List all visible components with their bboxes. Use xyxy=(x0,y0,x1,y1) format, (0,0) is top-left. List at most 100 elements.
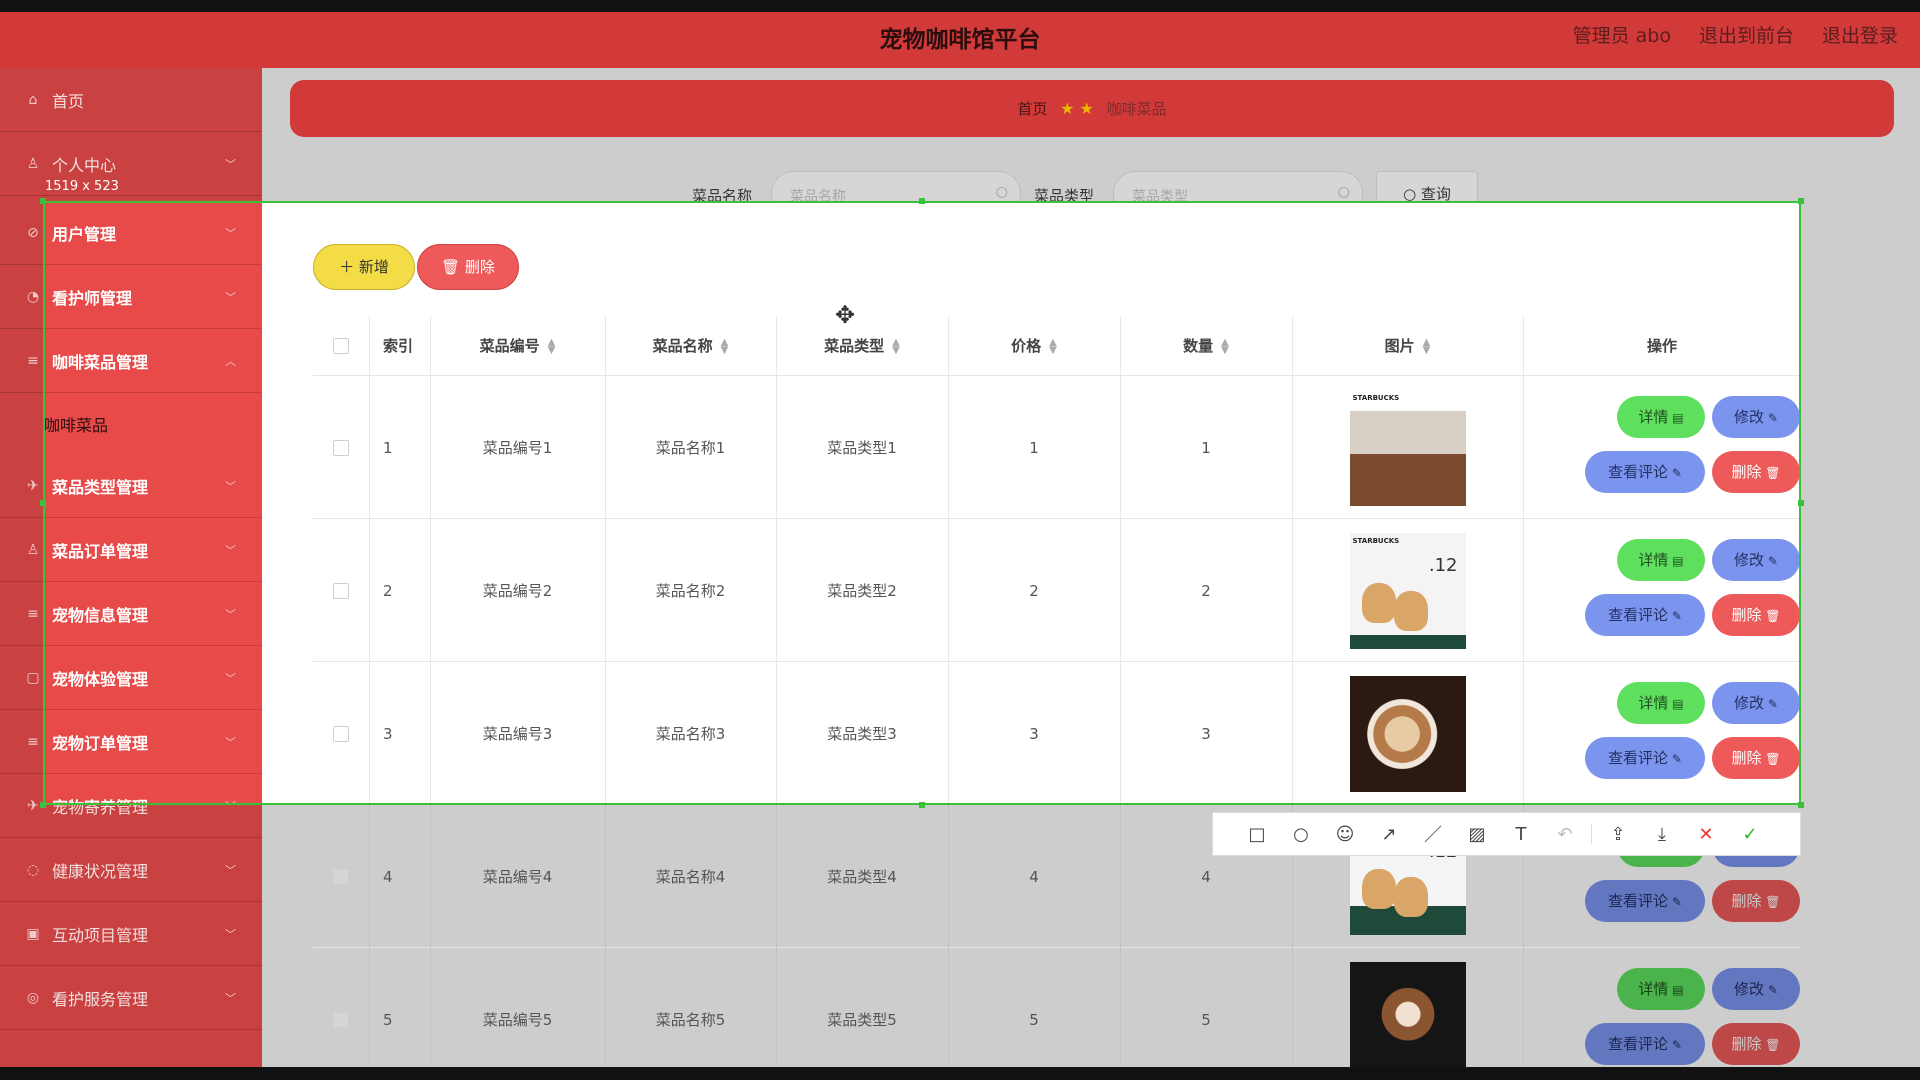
sort-icon[interactable]: ▲▼ xyxy=(1423,337,1431,355)
sort-icon[interactable]: ▲▼ xyxy=(548,337,556,355)
detail-button[interactable]: 详情 ▤ xyxy=(1617,539,1705,581)
detail-button[interactable]: 详情 ▤ xyxy=(1617,968,1705,1010)
mosaic-tool-icon[interactable]: ▨ xyxy=(1455,824,1499,845)
screenshot-toolbar: □ ○ ☺ ↗ ／ ▨ T ↶ ⇪ ⤓ ✕ ✓ xyxy=(1212,812,1801,856)
edit-button[interactable]: 修改 ✎ xyxy=(1712,968,1800,1010)
column-header-label: 索引 xyxy=(383,337,414,355)
view-comments-button[interactable]: 查看评论 ✎ xyxy=(1585,880,1705,922)
resize-handle[interactable] xyxy=(1798,198,1804,204)
chevron-down-icon: ﹀ xyxy=(225,928,236,941)
sidebar-item[interactable]: ♙ 个人中心 ﹀ xyxy=(0,132,262,196)
share-icon[interactable]: ⇪ xyxy=(1596,824,1640,845)
view-comments-button[interactable]: 查看评论 ✎ xyxy=(1585,737,1705,779)
row-checkbox-cell xyxy=(313,805,369,948)
logout-link[interactable]: 退出登录 xyxy=(1822,21,1898,48)
sidebar-item[interactable]: ▣ 互动项目管理 ﹀ xyxy=(0,902,262,966)
column-header[interactable]: 菜品名称 ▲▼ xyxy=(605,316,776,376)
resize-handle[interactable] xyxy=(1798,802,1804,808)
sort-icon[interactable]: ▲▼ xyxy=(1221,337,1229,355)
column-header[interactable]: 价格 ▲▼ xyxy=(948,316,1120,376)
text-tool-icon[interactable]: T xyxy=(1499,824,1543,845)
trash-icon: 🗑 xyxy=(1761,752,1781,766)
cell-price: 5 xyxy=(1029,1010,1039,1029)
row-checkbox[interactable] xyxy=(333,725,349,742)
resize-handle[interactable] xyxy=(919,198,925,204)
sort-icon[interactable]: ▲▼ xyxy=(892,337,900,355)
resize-handle[interactable] xyxy=(40,802,46,808)
screenshot-selection[interactable]: ⌂首页♙个人中心﹀⊘用户管理﹀◔看护师管理﹀≡咖啡菜品管理︿✈菜品类型管理﹀♙菜… xyxy=(43,201,1801,805)
detail-button[interactable]: 详情 ▤ xyxy=(1617,396,1705,438)
sidebar-item[interactable]: ⊘用户管理﹀ xyxy=(43,201,262,265)
delete-button[interactable]: 删除 🗑 xyxy=(1712,737,1800,779)
row-checkbox[interactable] xyxy=(333,868,349,885)
chevron-down-icon: ﹀ xyxy=(225,992,236,1005)
view-comments-button[interactable]: 查看评论 ✎ xyxy=(1585,1023,1705,1065)
cancel-icon[interactable]: ✕ xyxy=(1684,824,1728,845)
sidebar-item[interactable]: ✈宠物寄养管理﹀ xyxy=(43,774,262,805)
chevron-down-icon: ﹀ xyxy=(225,227,236,240)
row-checkbox[interactable] xyxy=(333,582,349,599)
column-header[interactable]: 菜品编号 ▲▼ xyxy=(430,316,605,376)
dish-image[interactable] xyxy=(1349,675,1466,792)
delete-button[interactable]: 删除 🗑 xyxy=(1712,880,1800,922)
admin-user-link[interactable]: 管理员 abo xyxy=(1573,21,1671,48)
confirm-icon[interactable]: ✓ xyxy=(1728,824,1772,845)
delete-button[interactable]: 删除 🗑 xyxy=(1712,1023,1800,1065)
view-comments-button[interactable]: 查看评论 ✎ xyxy=(1585,594,1705,636)
row-checkbox-cell xyxy=(313,519,369,662)
move-icon[interactable]: ✥ xyxy=(835,301,855,329)
select-all-checkbox[interactable] xyxy=(333,338,349,354)
back-to-front-link[interactable]: 退出到前台 xyxy=(1699,21,1794,48)
sort-icon[interactable]: ▲▼ xyxy=(1049,337,1057,355)
edit-button[interactable]: 修改 ✎ xyxy=(1712,682,1800,724)
pen-tool-icon[interactable]: ／ xyxy=(1411,821,1455,847)
column-header[interactable]: 数量 ▲▼ xyxy=(1120,316,1292,376)
delete-button[interactable]: 删除 🗑 xyxy=(1712,451,1800,493)
batch-delete-label: 删除 xyxy=(464,258,495,276)
detail-button[interactable]: 详情 ▤ xyxy=(1617,682,1705,724)
delete-button[interactable]: 删除 🗑 xyxy=(1712,594,1800,636)
undo-icon[interactable]: ↶ xyxy=(1543,824,1587,845)
dish-image[interactable]: STARBUCKS xyxy=(1349,389,1466,506)
resize-handle[interactable] xyxy=(40,500,46,506)
sidebar-item[interactable]: ▢宠物体验管理﹀ xyxy=(43,646,262,710)
dish-image[interactable]: STARBUCKS .12 xyxy=(1349,532,1466,649)
resize-handle[interactable] xyxy=(1798,500,1804,506)
column-header[interactable]: 菜品类型 ▲▼ xyxy=(776,316,948,376)
sidebar-item[interactable]: ◔看护师管理﹀ xyxy=(43,265,262,329)
resize-handle[interactable] xyxy=(40,198,46,204)
row-checkbox[interactable] xyxy=(333,1011,349,1028)
document-icon: ▤ xyxy=(1668,411,1684,425)
table-grid-line xyxy=(948,316,949,805)
image-promo-text: .12 xyxy=(1428,554,1458,576)
sidebar-item[interactable]: ◌ 健康状况管理 ﹀ xyxy=(0,838,262,902)
sidebar-subitem-coffee-dishes[interactable]: 咖啡菜品 xyxy=(43,393,262,454)
sidebar-item[interactable]: ⌂ 首页 xyxy=(0,68,262,132)
edit-button[interactable]: 修改 ✎ xyxy=(1712,396,1800,438)
edit-button[interactable]: 修改 ✎ xyxy=(1712,539,1800,581)
arrow-tool-icon[interactable]: ↗ xyxy=(1367,824,1411,845)
sidebar-item[interactable]: ≡宠物订单管理﹀ xyxy=(43,710,262,774)
edit-button-label: 修改 xyxy=(1734,980,1765,998)
ellipse-tool-icon[interactable]: ○ xyxy=(1279,824,1323,845)
add-button[interactable]: ＋ 新增 xyxy=(313,244,415,290)
download-icon[interactable]: ⤓ xyxy=(1640,824,1684,845)
view-comments-button[interactable]: 查看评论 ✎ xyxy=(1585,451,1705,493)
sidebar-item[interactable]: ♙菜品订单管理﹀ xyxy=(43,518,262,582)
emoji-tool-icon[interactable]: ☺ xyxy=(1323,824,1367,845)
dish-image[interactable] xyxy=(1349,961,1466,1078)
sidebar-item[interactable]: ◎ 看护服务管理 ﹀ xyxy=(0,966,262,1030)
rectangle-tool-icon[interactable]: □ xyxy=(1235,824,1279,845)
column-header[interactable]: 图片 ▲▼ xyxy=(1292,316,1523,376)
sidebar-item[interactable]: ≡咖啡菜品管理︿ xyxy=(43,329,262,393)
column-header-label: 菜品编号 xyxy=(479,337,540,355)
sidebar-item[interactable]: ≡宠物信息管理﹀ xyxy=(43,582,262,646)
batch-delete-button[interactable]: 🗑 删除 xyxy=(417,244,519,290)
resize-handle[interactable] xyxy=(919,802,925,808)
trash-icon: 🗑 xyxy=(1761,1038,1781,1052)
row-checkbox[interactable] xyxy=(333,439,349,456)
sidebar-item[interactable]: ✈菜品类型管理﹀ xyxy=(43,454,262,518)
sort-icon[interactable]: ▲▼ xyxy=(721,337,729,355)
chevron-down-icon: ︿ xyxy=(225,355,236,368)
breadcrumb-home[interactable]: 首页 xyxy=(1017,100,1047,118)
